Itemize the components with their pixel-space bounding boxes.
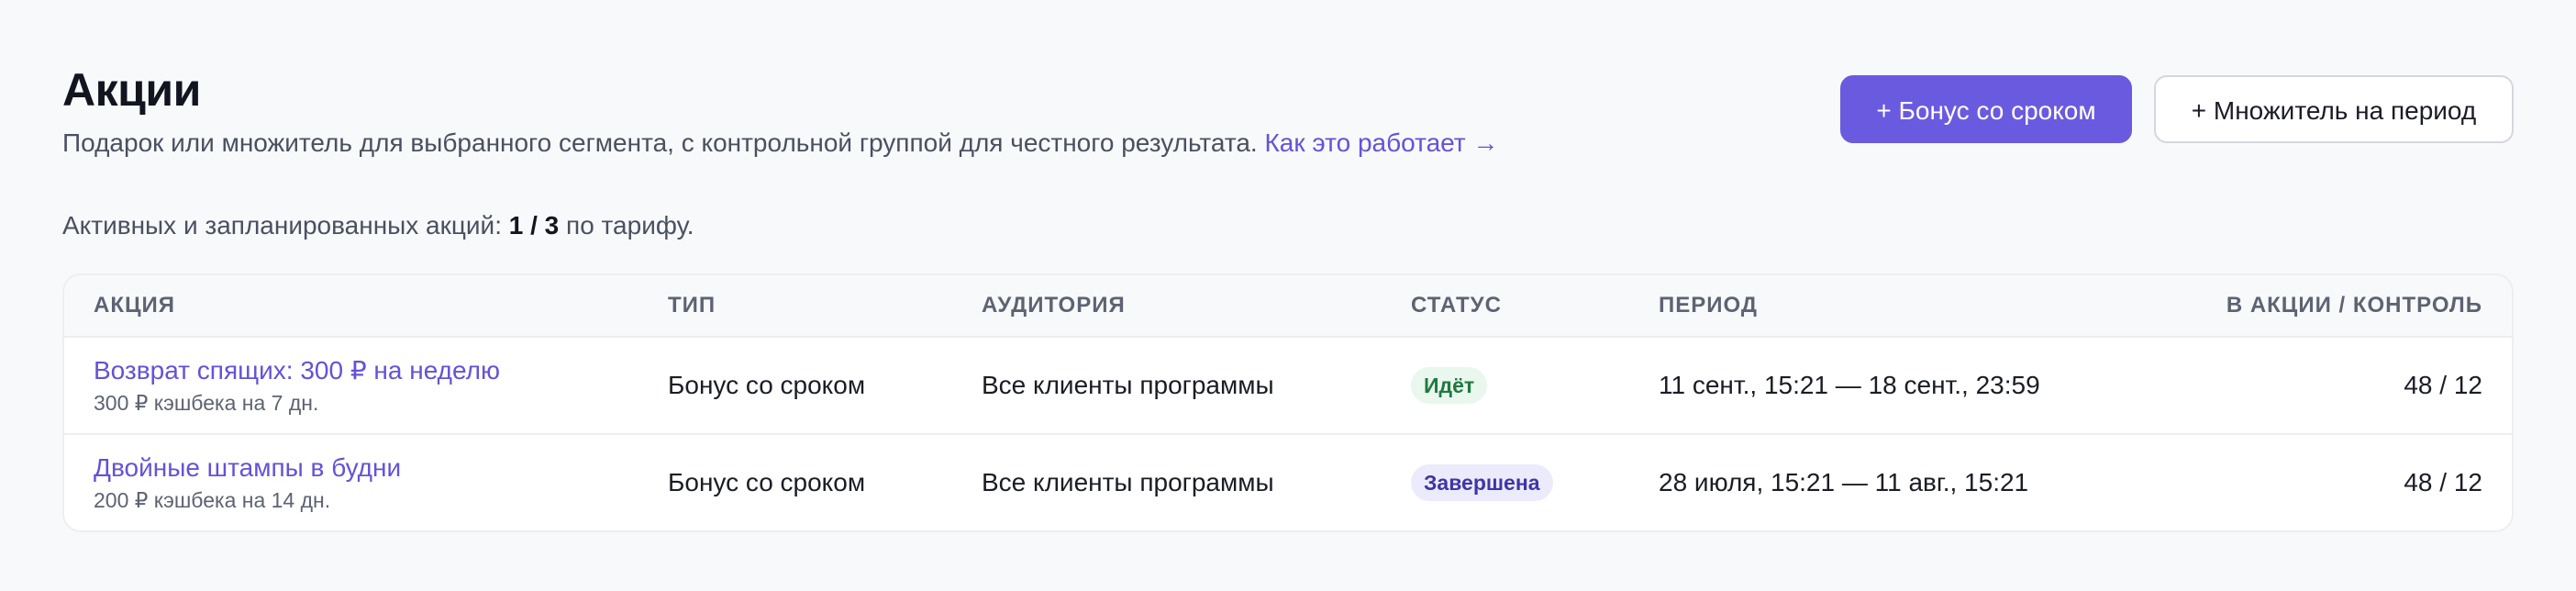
status-badge: Завершена — [1411, 464, 1553, 501]
period-cell: 28 июля, 15:21 — 11 авг., 15:21 — [1659, 468, 2029, 496]
column-header-counts: В АКЦИИ / КОНТРОЛЬ — [2226, 293, 2482, 318]
promotion-cell: Возврат спящих: 300 ₽ на неделю 300 ₽ кэ… — [94, 338, 500, 433]
subtitle-text: Подарок или множитель для выбранного сег… — [62, 128, 1258, 157]
quota-text: Активных и запланированных акций: 1 / 3 … — [62, 209, 694, 242]
audience-cell: Все клиенты программы — [982, 371, 1274, 399]
table-row[interactable]: Двойные штампы в будни 200 ₽ кэшбека на … — [64, 435, 2512, 530]
counts-cell: 48 / 12 — [2404, 371, 2482, 399]
audience-cell: Все клиенты программы — [982, 468, 1274, 496]
counts-cell: 48 / 12 — [2404, 468, 2482, 496]
add-bonus-button[interactable]: + Бонус со сроком — [1840, 75, 2132, 143]
header-actions: + Бонус со сроком + Множитель на период — [1840, 75, 2514, 143]
column-header-audience: АУДИТОРИЯ — [982, 293, 1126, 318]
column-header-promotion: АКЦИЯ — [94, 293, 176, 318]
add-multiplier-button[interactable]: + Множитель на период — [2154, 75, 2514, 143]
status-cell: Идёт — [1411, 338, 1488, 433]
page-subtitle: Подарок или множитель для выбранного сег… — [62, 127, 1498, 160]
type-cell: Бонус со сроком — [668, 468, 866, 496]
column-header-period: ПЕРИОД — [1659, 293, 1758, 318]
quota-suffix: по тарифу. — [566, 211, 694, 240]
column-header-type: ТИП — [668, 293, 716, 318]
promotion-name-link[interactable]: Двойные штампы в будни — [94, 452, 401, 485]
table-row[interactable]: Возврат спящих: 300 ₽ на неделю 300 ₽ кэ… — [64, 338, 2512, 435]
quota-value: 1 / 3 — [508, 211, 560, 240]
status-badge: Идёт — [1411, 367, 1488, 404]
column-header-status: СТАТУС — [1411, 293, 1502, 318]
promotions-table: АКЦИЯ ТИП АУДИТОРИЯ СТАТУС ПЕРИОД В АКЦИ… — [62, 273, 2514, 532]
page-title: Акции — [62, 64, 201, 116]
promotion-cell: Двойные штампы в будни 200 ₽ кэшбека на … — [94, 435, 401, 530]
promotion-description: 300 ₽ кэшбека на 7 дн. — [94, 391, 319, 415]
quota-prefix: Активных и запланированных акций: — [62, 211, 502, 240]
table-header: АКЦИЯ ТИП АУДИТОРИЯ СТАТУС ПЕРИОД В АКЦИ… — [64, 275, 2512, 338]
promotion-name-link[interactable]: Возврат спящих: 300 ₽ на неделю — [94, 354, 500, 387]
how-it-works-link[interactable]: Как это работает → — [1265, 128, 1499, 157]
type-cell: Бонус со сроком — [668, 371, 866, 399]
promotion-description: 200 ₽ кэшбека на 14 дн. — [94, 488, 331, 512]
status-cell: Завершена — [1411, 435, 1553, 530]
period-cell: 11 сент., 15:21 — 18 сент., 23:59 — [1659, 371, 2040, 399]
